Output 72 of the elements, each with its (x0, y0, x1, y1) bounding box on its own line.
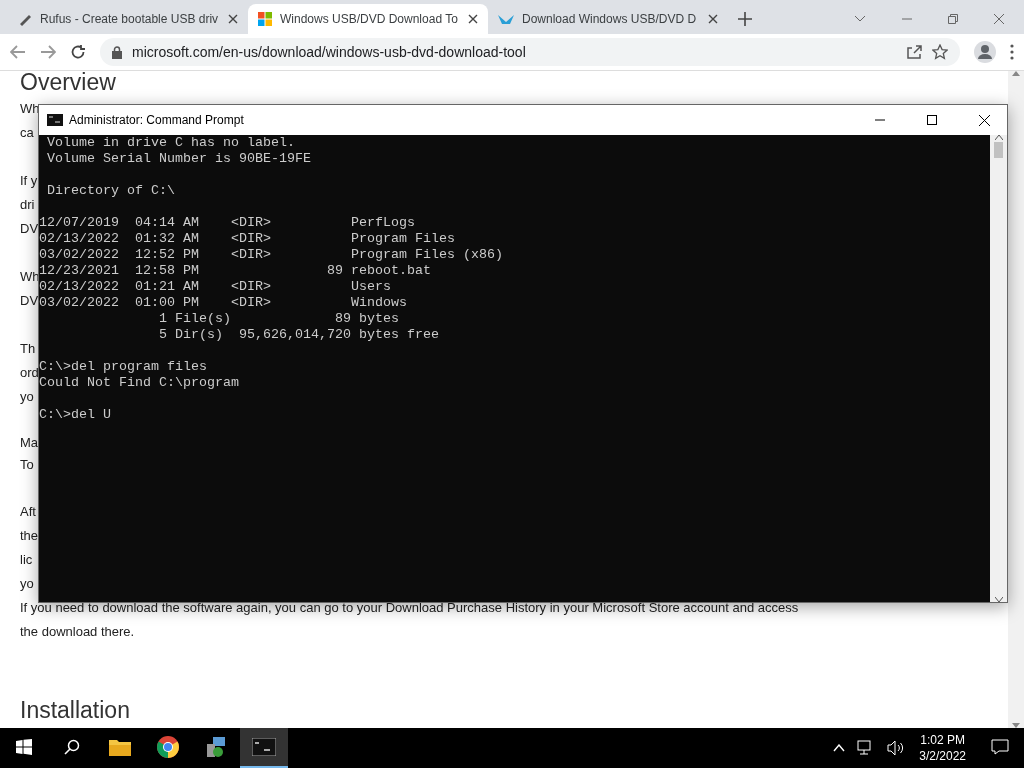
console-line: 1 File(s) 89 bytes (157, 311, 399, 327)
clock-time[interactable]: 1:02 PM (920, 732, 965, 748)
back-arrow-icon[interactable] (10, 45, 26, 59)
window-title: Administrator: Command Prompt (69, 113, 245, 127)
chevron-down-icon[interactable] (854, 15, 866, 23)
maximize-icon[interactable] (927, 115, 937, 125)
paragraph-text: ca (20, 124, 34, 142)
terminal-icon[interactable] (252, 738, 276, 756)
profile-icon[interactable] (974, 41, 996, 63)
volume-icon[interactable] (887, 740, 906, 756)
plus-icon[interactable] (738, 12, 752, 26)
share-icon[interactable] (906, 44, 922, 60)
paragraph-text: dri (20, 195, 35, 214)
console-line: 5 Dir(s) 95,626,014,720 bytes free (157, 327, 439, 343)
paragraph-text: yo (20, 575, 34, 594)
close-icon[interactable] (228, 14, 238, 24)
page-scrollbar[interactable] (1008, 71, 1024, 728)
console-line: 12/07/2019 04:14 AM <DIR> PerfLogs (39, 215, 415, 231)
section-heading: Installation (20, 696, 130, 725)
console-line: 02/13/2022 01:32 AM <DIR> Program Files (39, 231, 455, 247)
browser-tab[interactable]: Rufus - Create bootable USB driv (8, 4, 248, 34)
close-icon[interactable] (708, 14, 718, 24)
console-line: Directory of C:\ (46, 183, 175, 199)
clock-date[interactable]: 3/2/2022 (919, 748, 966, 764)
section-heading: Overview (20, 71, 116, 97)
paragraph-text: yo (20, 387, 34, 406)
scroll-down-icon[interactable] (994, 597, 1003, 602)
paragraph-text: Th (20, 339, 36, 358)
paragraph-text: lic (20, 551, 33, 570)
address-bar[interactable]: microsoft.com/en-us/download/windows-usb-dvd-download-tool (100, 38, 960, 66)
paragraph-text: Ma (20, 434, 39, 453)
close-icon[interactable] (468, 14, 478, 24)
windows-logo-icon (258, 12, 272, 26)
windows-start-icon[interactable] (16, 739, 32, 755)
scroll-thumb[interactable] (994, 142, 1003, 158)
forward-arrow-icon[interactable] (40, 45, 56, 59)
close-icon[interactable] (978, 114, 990, 126)
chrome-icon[interactable] (157, 736, 179, 758)
paragraph-text: the (20, 527, 39, 546)
browser-tab[interactable]: Download Windows USB/DVD D (488, 4, 728, 34)
paragraph-text: If you need to download the software again, you can go to your Download Purchase History in your Microsoft Store account and access (20, 599, 799, 618)
console-scrollbar[interactable] (990, 135, 1007, 602)
paragraph-text: Aft (20, 503, 36, 522)
star-icon[interactable] (932, 44, 948, 60)
console-line: Volume Serial Number is 90BE-19FE (46, 151, 311, 167)
paragraph-text: If y (20, 171, 38, 190)
terminal-icon (47, 114, 63, 126)
console-line: C:\>del U (39, 407, 111, 423)
console-line: 03/02/2022 12:52 PM <DIR> Program Files (x86) (39, 247, 503, 263)
lock-icon (112, 45, 122, 59)
console-line: 03/02/2022 01:00 PM <DIR> Windows (39, 295, 407, 311)
console-line: 12/23/2021 12:58 PM 89 reboot.bat (39, 263, 431, 279)
console-line: C:\>del program files (39, 359, 207, 374)
notification-icon[interactable] (991, 739, 1009, 755)
paragraph-text: DV (20, 219, 39, 238)
console-line: 02/13/2022 01:21 AM <DIR> Users (39, 279, 391, 295)
url-text: microsoft.com/en-us/download/windows-usb-dvd-download-tool (132, 44, 527, 60)
restore-icon[interactable] (948, 14, 958, 24)
bird-logo-icon (498, 12, 514, 26)
installer-icon[interactable] (205, 736, 227, 758)
console-line: Could Not Find C:\program (39, 375, 239, 391)
reload-icon[interactable] (70, 44, 86, 60)
paragraph-text: the download there. (20, 623, 135, 642)
browser-tab[interactable]: Windows USB/DVD Download To (248, 4, 488, 34)
search-icon[interactable] (64, 739, 80, 755)
menu-icon[interactable] (1010, 44, 1014, 60)
chevron-up-icon[interactable] (833, 744, 846, 752)
console-line: Volume in drive C has no label. (46, 135, 295, 151)
paragraph-text: To (20, 456, 34, 475)
scroll-up-icon[interactable] (994, 135, 1003, 140)
paragraph-text: DV (20, 291, 39, 310)
folder-icon[interactable] (109, 738, 131, 756)
